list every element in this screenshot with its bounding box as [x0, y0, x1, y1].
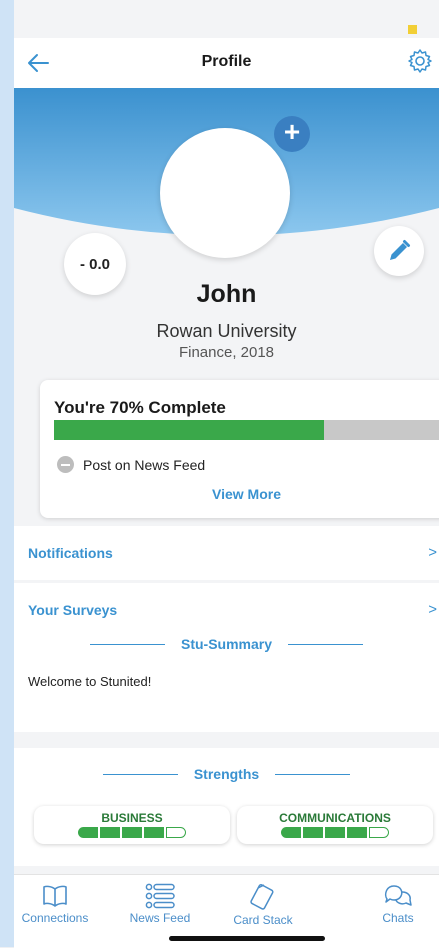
tab-label: Card Stack: [233, 913, 293, 927]
completion-progress-fill: [54, 420, 324, 440]
edit-profile-button[interactable]: [374, 226, 424, 276]
strength-level-bar: [34, 827, 230, 838]
book-icon: [43, 885, 67, 907]
tab-news-feed[interactable]: News Feed: [115, 883, 205, 925]
profile-summary: + - 0.0 John Rowan University Finance, 2…: [14, 88, 439, 378]
chat-icon: [384, 885, 412, 906]
strength-segment-filled: [100, 827, 120, 838]
strength-segment-filled: [78, 827, 98, 838]
strength-card-business[interactable]: BUSINESS: [34, 806, 230, 844]
stu-summary-header: Stu-Summary: [14, 636, 439, 652]
divider: [275, 773, 351, 775]
strength-level-bar: [237, 827, 433, 838]
stu-summary-section: Stu-Summary Welcome to Stunited!: [14, 618, 439, 732]
pencil-icon: [390, 240, 410, 260]
strength-segment-filled: [325, 827, 345, 838]
strength-segment-filled: [144, 827, 164, 838]
tab-connections[interactable]: Connections: [10, 883, 100, 925]
strengths-title: Strengths: [193, 766, 260, 782]
add-photo-icon[interactable]: +: [274, 116, 310, 152]
task-label: Post on News Feed: [83, 457, 206, 473]
notifications-label: Notifications: [28, 545, 113, 561]
top-nav-bar: Profile: [14, 38, 439, 88]
strengths-section: Strengths BUSINESS COMMUNICATIONS: [14, 748, 439, 866]
summary-text: Welcome to Stunited!: [28, 674, 152, 689]
list-icon: [145, 883, 175, 909]
gear-icon[interactable]: [407, 48, 433, 74]
strength-segment-filled: [281, 827, 301, 838]
chevron-right-icon: >: [428, 544, 437, 561]
status-indicator: [408, 25, 417, 34]
strength-segment-filled: [122, 827, 142, 838]
chevron-right-icon: >: [428, 601, 437, 618]
strength-label: BUSINESS: [101, 811, 163, 825]
task-pending-icon: [57, 456, 74, 473]
divider: [102, 773, 178, 775]
strength-segment-filled: [303, 827, 323, 838]
profile-completion-card: You're 70% Complete Post on News Feed Vi…: [40, 380, 439, 518]
tab-label: Chats: [382, 911, 414, 925]
completion-title: You're 70% Complete: [54, 398, 226, 417]
tab-card-stack[interactable]: Card Stack: [218, 883, 308, 927]
completion-progress-bar: [54, 420, 439, 440]
tab-label: News Feed: [129, 911, 191, 925]
user-major: Finance, 2018: [178, 344, 275, 361]
tab-chats[interactable]: Chats: [353, 883, 439, 925]
strength-label: COMMUNICATIONS: [279, 811, 391, 825]
divider: [288, 643, 364, 645]
stu-summary-title: Stu-Summary: [180, 636, 273, 652]
user-school: Rowan University: [156, 321, 297, 341]
strength-segment-empty: [369, 827, 389, 838]
page-title: Profile: [201, 53, 252, 70]
user-name: John: [196, 280, 257, 308]
app-frame: Profile + - 0.0 John Rowan University Fi…: [0, 0, 439, 948]
strength-segment-empty: [166, 827, 186, 838]
cards-icon: [250, 884, 274, 910]
home-indicator: [169, 936, 325, 941]
view-more-button[interactable]: View More: [40, 486, 439, 502]
avatar[interactable]: [160, 128, 290, 258]
strength-segment-filled: [347, 827, 367, 838]
strengths-header: Strengths: [14, 766, 439, 782]
divider: [89, 643, 165, 645]
surveys-label: Your Surveys: [28, 602, 118, 618]
notifications-row[interactable]: Notifications >: [14, 526, 439, 580]
strength-card-communications[interactable]: COMMUNICATIONS: [237, 806, 433, 844]
tab-label: Connections: [21, 911, 89, 925]
